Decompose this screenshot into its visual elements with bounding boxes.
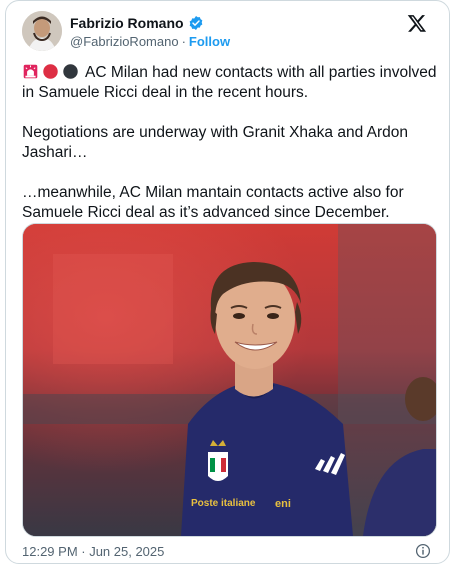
author-handle[interactable]: @FabrizioRomano — [70, 34, 179, 49]
avatar-photo — [22, 11, 62, 51]
separator-dot: · — [181, 34, 186, 49]
author-name-row: Fabrizio Romano — [70, 15, 204, 31]
tweet-paragraph-1: AC Milan had new contacts with all parti… — [22, 63, 437, 103]
tweet-paragraph-2: Negotiations are underway with Granit Xh… — [22, 124, 409, 161]
tweet-paragraph-1-text: AC Milan had new contacts with all parti… — [22, 64, 437, 101]
tweet-card: Fabrizio Romano @FabrizioRomano·Follow — [5, 0, 450, 564]
verified-badge-icon — [189, 16, 202, 30]
tweet-text: AC Milan had new contacts with all parti… — [22, 63, 437, 243]
avatar[interactable] — [22, 11, 62, 51]
info-icon[interactable] — [415, 543, 431, 559]
jersey-sponsor-eni: eni — [275, 498, 291, 510]
black-circle-emoji-icon — [63, 64, 78, 79]
author-name[interactable]: Fabrizio Romano — [70, 15, 184, 31]
jersey-sponsor-poste: Poste italiane — [191, 498, 256, 509]
author-handle-row: @FabrizioRomano · Follow — [70, 34, 230, 49]
emoji-group — [22, 63, 79, 80]
rotating-light-emoji-icon — [23, 64, 38, 79]
tweet-timestamp[interactable]: 12:29 PM · Jun 25, 2025 — [22, 544, 164, 559]
player-photo: Poste italiane eni — [23, 224, 436, 536]
x-logo-icon[interactable] — [407, 13, 427, 33]
red-circle-emoji-icon — [43, 64, 58, 79]
tweet-media-photo[interactable]: Poste italiane eni — [22, 223, 437, 537]
follow-button[interactable]: Follow — [189, 34, 230, 49]
tweet-paragraph-3: …meanwhile, AC Milan mantain contacts ac… — [22, 184, 404, 221]
